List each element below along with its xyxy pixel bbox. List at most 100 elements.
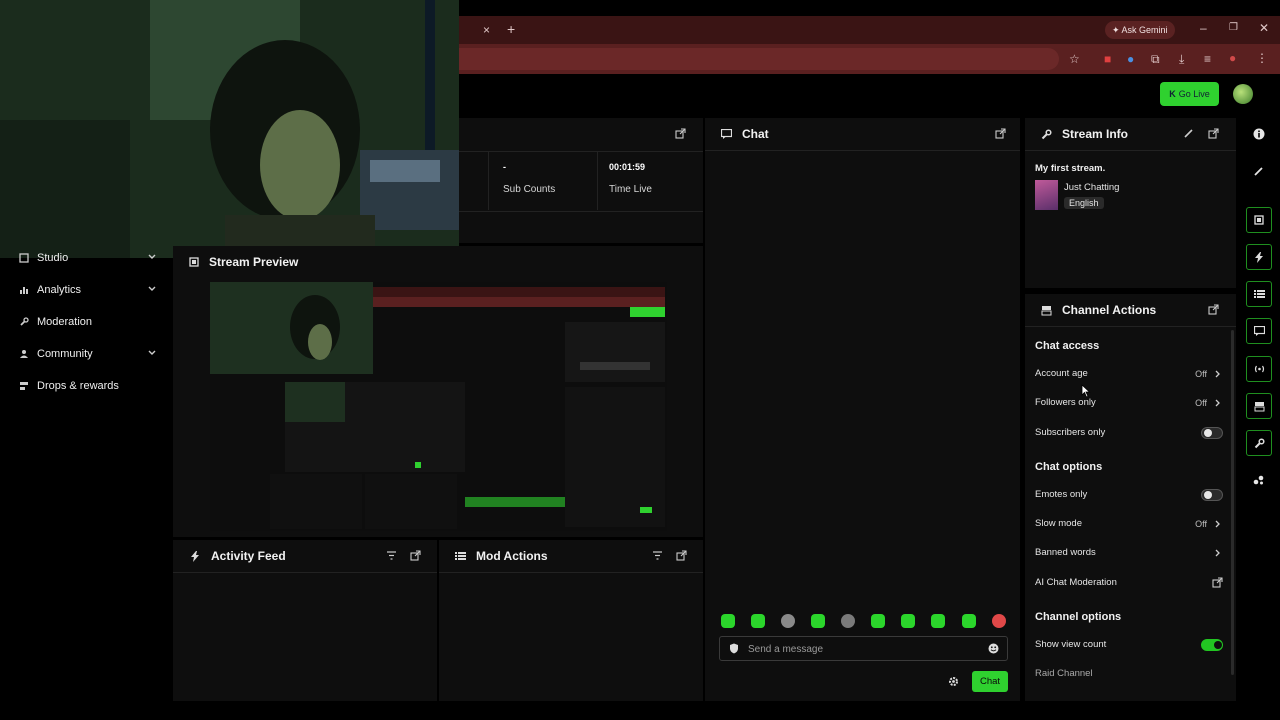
- panel-header: Stream Info: [1025, 118, 1236, 150]
- chevron-right-icon: [1215, 399, 1221, 407]
- sub-counts-value: -: [503, 162, 506, 172]
- subscribers-only-toggle[interactable]: [1201, 427, 1223, 439]
- emote-button[interactable]: [781, 614, 795, 628]
- popout-icon[interactable]: [676, 550, 687, 561]
- rail-channel-actions-button[interactable]: [1246, 393, 1272, 419]
- emoji-icon[interactable]: [988, 643, 999, 654]
- window-close-icon[interactable]: ✕: [1259, 20, 1269, 36]
- row-value: Off: [1195, 398, 1207, 408]
- emote-button[interactable]: [751, 614, 765, 628]
- emote-button[interactable]: [962, 614, 976, 628]
- preview-icon: [189, 257, 199, 267]
- divider: [1025, 150, 1236, 151]
- rail-activity-button[interactable]: [1246, 244, 1272, 270]
- avatar[interactable]: [1233, 84, 1253, 104]
- rail-stream-info-button[interactable]: [1246, 430, 1272, 456]
- edit-pencil-icon[interactable]: [1254, 166, 1264, 176]
- widgets-icon[interactable]: [1253, 474, 1265, 486]
- omnibox[interactable]: [459, 48, 1059, 70]
- raid-channel-row[interactable]: Raid Channel: [1035, 666, 1225, 682]
- row-label: Banned words: [1035, 547, 1096, 558]
- ask-gemini-button[interactable]: ✦ Ask Gemini: [1105, 21, 1175, 39]
- stream-title: My first stream.: [1035, 163, 1106, 174]
- category-name[interactable]: Just Chatting: [1064, 182, 1119, 193]
- edit-pencil-icon[interactable]: [1184, 128, 1194, 138]
- divider: [439, 572, 703, 573]
- divider: [459, 211, 703, 212]
- settings-gear-icon[interactable]: [948, 676, 959, 687]
- slow-mode-row[interactable]: Slow mode Off: [1035, 516, 1225, 532]
- filter-icon[interactable]: [386, 550, 397, 561]
- show-view-count-row: Show view count: [1035, 637, 1225, 653]
- sidebar-item-studio[interactable]: Studio: [0, 247, 173, 269]
- emote-button[interactable]: [871, 614, 885, 628]
- wrench-icon: [1254, 437, 1265, 449]
- stream-preview-video[interactable]: [210, 282, 667, 531]
- sidebar-item-community[interactable]: Community: [0, 343, 173, 365]
- minimize-icon[interactable]: –: [1200, 20, 1207, 36]
- kebab-menu-icon[interactable]: ⋮: [1256, 50, 1268, 66]
- wrench-icon: [17, 317, 31, 327]
- popout-icon[interactable]: [1208, 304, 1219, 315]
- extension-icon[interactable]: ■: [1104, 51, 1111, 67]
- scrollbar[interactable]: [1231, 330, 1234, 675]
- emotes-only-toggle[interactable]: [1201, 489, 1223, 501]
- go-live-button[interactable]: K Go Live: [1160, 82, 1219, 106]
- chat-message-input[interactable]: [748, 641, 968, 657]
- rail-broadcast-button[interactable]: [1246, 356, 1272, 382]
- row-label: Raid Channel: [1035, 668, 1093, 679]
- account-age-row[interactable]: Account age Off: [1035, 366, 1225, 382]
- emote-button[interactable]: [992, 614, 1006, 628]
- language-tag: English: [1064, 197, 1104, 209]
- emote-button[interactable]: [931, 614, 945, 628]
- channel-actions-panel: Channel Actions Chat access Account age …: [1025, 294, 1236, 701]
- sidebar-item-label: Community: [37, 348, 93, 360]
- new-tab-icon[interactable]: +: [507, 21, 515, 37]
- sidebar-item-drops-rewards[interactable]: Drops & rewards: [0, 375, 173, 397]
- panel-title: Mod Actions: [476, 549, 548, 563]
- filter-icon[interactable]: [652, 550, 663, 561]
- broadcast-icon: [1254, 364, 1265, 374]
- divider: [173, 572, 437, 573]
- emote-button[interactable]: [841, 614, 855, 628]
- stream-info-panel: Stream Info My first stream. Just Chatti…: [1025, 118, 1236, 288]
- emote-button[interactable]: [721, 614, 735, 628]
- popout-icon[interactable]: [1208, 128, 1219, 139]
- chat-send-button[interactable]: Chat: [972, 671, 1008, 692]
- bookmark-star-icon[interactable]: ☆: [1069, 51, 1080, 67]
- profile-icon[interactable]: ●: [1229, 50, 1236, 66]
- emote-button[interactable]: [901, 614, 915, 628]
- sidebar-item-moderation[interactable]: Moderation: [0, 311, 173, 333]
- popout-icon[interactable]: [675, 128, 686, 139]
- channel-actions-icon: [1254, 401, 1265, 412]
- download-icon[interactable]: ⤓: [1179, 51, 1184, 67]
- chevron-right-icon: [1215, 520, 1221, 528]
- extension-icon[interactable]: ●: [1127, 51, 1134, 67]
- media-icon[interactable]: ≡: [1204, 51, 1211, 67]
- rail-preview-button[interactable]: [1246, 207, 1272, 233]
- emote-button[interactable]: [811, 614, 825, 628]
- close-tab-icon[interactable]: ×: [483, 22, 490, 38]
- stat-cell: [459, 152, 489, 210]
- info-icon[interactable]: [1253, 128, 1265, 140]
- rail-chat-button[interactable]: [1246, 318, 1272, 344]
- followers-only-row[interactable]: Followers only Off: [1035, 395, 1225, 411]
- browser-address-bar: ☆ ■ ● ⧉ ⤓ ≡ ● ⋮: [459, 44, 1280, 74]
- bolt-icon: [191, 550, 199, 562]
- activity-feed-panel: Activity Feed: [173, 540, 437, 701]
- banned-words-row[interactable]: Banned words: [1035, 545, 1225, 561]
- chat-options-heading: Chat options: [1035, 461, 1103, 473]
- category-thumbnail: [1035, 180, 1058, 210]
- panel-header: Channel Actions: [1025, 294, 1236, 326]
- extensions-puzzle-icon[interactable]: ⧉: [1151, 51, 1160, 67]
- sidebar-item-analytics[interactable]: Analytics: [0, 279, 173, 301]
- rail-mod-actions-button[interactable]: [1246, 281, 1272, 307]
- ai-chat-moderation-row[interactable]: AI Chat Moderation: [1035, 575, 1225, 591]
- show-view-count-toggle[interactable]: [1201, 639, 1223, 651]
- browser-tab-bar: × + ✦ Ask Gemini – ❐ ✕: [459, 16, 1280, 44]
- popout-icon[interactable]: [410, 550, 421, 561]
- panel-header: Activity Feed: [173, 540, 437, 572]
- bolt-icon: [1255, 251, 1263, 263]
- popout-icon[interactable]: [995, 128, 1006, 139]
- restore-icon[interactable]: ❐: [1229, 20, 1238, 36]
